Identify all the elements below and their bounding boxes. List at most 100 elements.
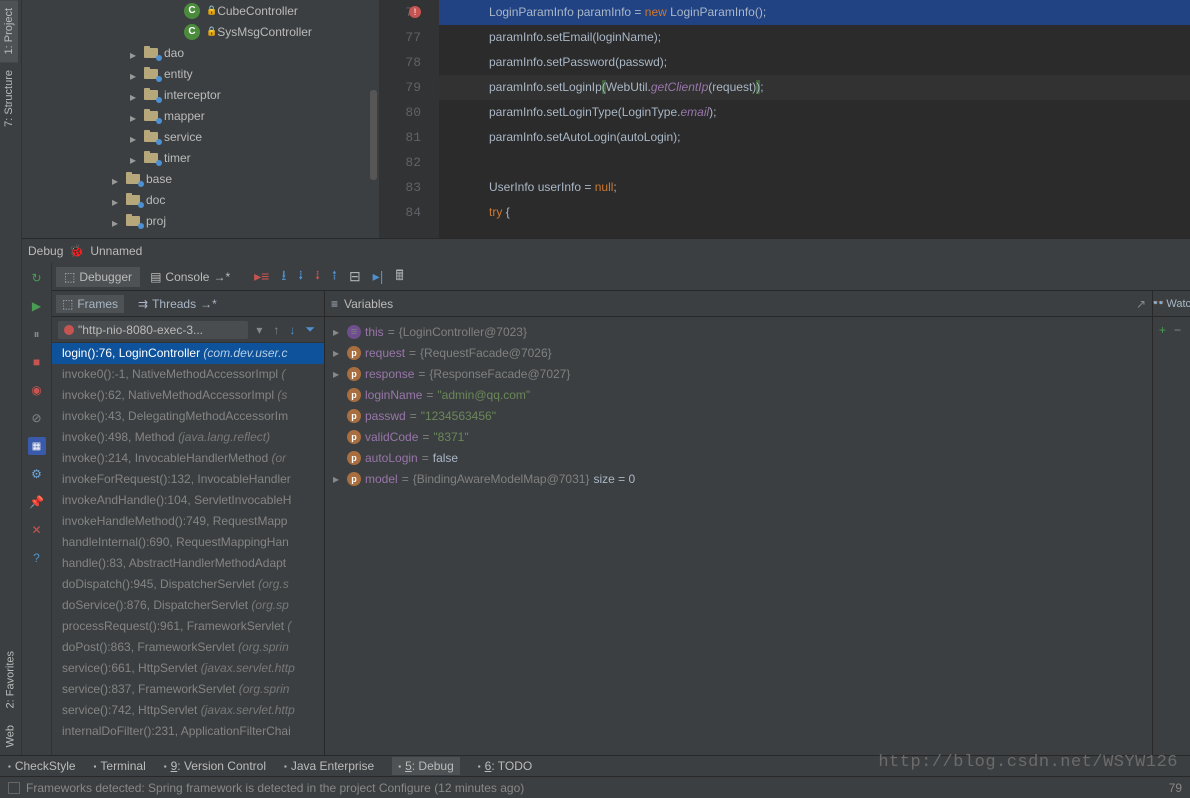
- tree-item[interactable]: base: [22, 168, 379, 189]
- step-into-icon[interactable]: ⭭: [298, 265, 303, 289]
- variable-row[interactable]: ploginName = "admin@qq.com": [325, 384, 1152, 405]
- run-to-cursor-icon[interactable]: ▸|: [373, 268, 384, 285]
- frame-list[interactable]: login():76, LoginController (com.dev.use…: [52, 343, 324, 755]
- error-icon[interactable]: !: [409, 6, 421, 18]
- expand-arrow-icon[interactable]: [112, 216, 122, 226]
- step-out-icon[interactable]: ⭫: [332, 265, 337, 289]
- stack-frame[interactable]: invoke():498, Method (java.lang.reflect): [52, 427, 324, 448]
- tree-item[interactable]: C🔒CubeController: [22, 0, 379, 21]
- variable-row[interactable]: pautoLogin = false: [325, 447, 1152, 468]
- line-number[interactable]: 79: [379, 75, 421, 100]
- line-number[interactable]: 78: [379, 50, 421, 75]
- tree-item[interactable]: timer: [22, 147, 379, 168]
- stack-frame[interactable]: doDispatch():945, DispatcherServlet (org…: [52, 574, 324, 595]
- line-number[interactable]: 82: [379, 150, 421, 175]
- bottom-tool-btn[interactable]: ▪6: TODO: [478, 759, 532, 773]
- stack-frame[interactable]: doService():876, DispatcherServlet (org.…: [52, 595, 324, 616]
- stop-icon[interactable]: ■: [28, 353, 46, 371]
- web-tool-tab[interactable]: Web: [0, 717, 21, 755]
- pause-icon[interactable]: ⏸: [28, 325, 46, 343]
- remove-watch-icon[interactable]: −: [1174, 323, 1181, 337]
- console-tab[interactable]: ▤Console →*: [142, 267, 238, 287]
- pin-icon[interactable]: 📌: [28, 493, 46, 511]
- drop-frame-icon[interactable]: ⊟: [349, 268, 361, 285]
- frames-tab-btn[interactable]: ⬚Frames: [56, 295, 124, 313]
- resume-icon[interactable]: ▶: [28, 297, 46, 315]
- show-exec-point-icon[interactable]: ▸≡: [254, 268, 269, 285]
- stack-frame[interactable]: handleInternal():690, RequestMappingHan: [52, 532, 324, 553]
- expand-icon[interactable]: ▸: [333, 367, 343, 381]
- tree-item[interactable]: entity: [22, 63, 379, 84]
- stack-frame[interactable]: processRequest():961, FrameworkServlet (: [52, 616, 324, 637]
- bottom-tool-btn[interactable]: ▪Terminal: [94, 759, 146, 773]
- code-line[interactable]: LoginParamInfo paramInfo = new LoginPara…: [439, 0, 1190, 25]
- expand-icon[interactable]: ▸: [333, 472, 343, 486]
- stack-frame[interactable]: invoke0():-1, NativeMethodAccessorImpl (: [52, 364, 324, 385]
- code-line[interactable]: [439, 150, 1190, 175]
- bottom-tool-btn[interactable]: ▪CheckStyle: [8, 759, 76, 773]
- stack-frame[interactable]: invokeAndHandle():104, ServletInvocableH: [52, 490, 324, 511]
- editor-code[interactable]: LoginParamInfo paramInfo = new LoginPara…: [439, 0, 1190, 238]
- expand-arrow-icon[interactable]: [130, 48, 140, 58]
- line-number[interactable]: 76!: [379, 0, 421, 25]
- project-tool-tab[interactable]: 1: Project: [0, 0, 18, 62]
- code-line[interactable]: paramInfo.setLoginIp(WebUtil.getClientIp…: [439, 75, 1190, 100]
- expand-arrow-icon[interactable]: [112, 195, 122, 205]
- code-line[interactable]: try {: [439, 200, 1190, 225]
- code-line[interactable]: paramInfo.setAutoLogin(autoLogin);: [439, 125, 1190, 150]
- bottom-tool-btn[interactable]: ▪Java Enterprise: [284, 759, 374, 773]
- stack-frame[interactable]: handle():83, AbstractHandlerMethodAdapt: [52, 553, 324, 574]
- thread-selector[interactable]: "http-nio-8080-exec-3...: [58, 321, 248, 339]
- expand-icon[interactable]: ▸: [333, 346, 343, 360]
- line-number[interactable]: 81: [379, 125, 421, 150]
- variable-row[interactable]: ▸≡this = {LoginController@7023}: [325, 321, 1152, 342]
- status-checkbox[interactable]: [8, 782, 20, 794]
- tree-item[interactable]: mapper: [22, 105, 379, 126]
- code-line[interactable]: UserInfo userInfo = null;: [439, 175, 1190, 200]
- stack-frame[interactable]: doPost():863, FrameworkServlet (org.spri…: [52, 637, 324, 658]
- settings-icon[interactable]: ⚙: [28, 465, 46, 483]
- filter-icon[interactable]: ⏷: [302, 322, 318, 337]
- scrollbar-thumb[interactable]: [370, 90, 377, 180]
- stack-frame[interactable]: service():661, HttpServlet (javax.servle…: [52, 658, 324, 679]
- variables-list[interactable]: ▸≡this = {LoginController@7023}▸prequest…: [325, 317, 1152, 755]
- stack-frame[interactable]: invoke():62, NativeMethodAccessorImpl (s: [52, 385, 324, 406]
- next-frame-icon[interactable]: ↓: [286, 323, 298, 337]
- step-over-icon[interactable]: ⭳: [281, 265, 286, 289]
- force-step-into-icon[interactable]: ⭭: [315, 265, 320, 289]
- line-number[interactable]: 84: [379, 200, 421, 225]
- mute-breakpoints-icon[interactable]: ⊘: [28, 409, 46, 427]
- stack-frame[interactable]: invoke():214, InvocableHandlerMethod (or: [52, 448, 324, 469]
- variable-row[interactable]: ▸presponse = {ResponseFacade@7027}: [325, 363, 1152, 384]
- tree-item[interactable]: doc: [22, 189, 379, 210]
- expand-arrow-icon[interactable]: [130, 111, 140, 121]
- stack-frame[interactable]: invokeHandleMethod():749, RequestMapp: [52, 511, 324, 532]
- project-tree[interactable]: C🔒CubeControllerC🔒SysMsgControllerdaoent…: [22, 0, 379, 238]
- dropdown-icon[interactable]: ▾: [252, 323, 266, 337]
- variable-row[interactable]: pvalidCode = "8371": [325, 426, 1152, 447]
- stack-frame[interactable]: invokeForRequest():132, InvocableHandler: [52, 469, 324, 490]
- line-number[interactable]: 80: [379, 100, 421, 125]
- line-number[interactable]: 77: [379, 25, 421, 50]
- threads-tab-btn[interactable]: ⇉Threads →*: [132, 295, 223, 313]
- stack-frame[interactable]: service():837, FrameworkServlet (org.spr…: [52, 679, 324, 700]
- expand-arrow-icon[interactable]: [130, 132, 140, 142]
- tree-item[interactable]: interceptor: [22, 84, 379, 105]
- close-icon[interactable]: ✕: [28, 521, 46, 539]
- code-editor[interactable]: 76!7778798081828384 LoginParamInfo param…: [379, 0, 1190, 238]
- expand-arrow-icon[interactable]: [130, 153, 140, 163]
- help-icon[interactable]: ?: [28, 549, 46, 567]
- add-watch-icon[interactable]: +: [1159, 323, 1166, 337]
- variable-row[interactable]: ppasswd = "1234563456": [325, 405, 1152, 426]
- restore-layout-icon[interactable]: ↗: [1136, 297, 1146, 311]
- code-line[interactable]: paramInfo.setPassword(passwd);: [439, 50, 1190, 75]
- expand-arrow-icon[interactable]: [130, 90, 140, 100]
- stack-frame[interactable]: internalDoFilter():231, ApplicationFilte…: [52, 721, 324, 742]
- tree-item[interactable]: proj: [22, 210, 379, 231]
- stack-frame[interactable]: service():742, HttpServlet (javax.servle…: [52, 700, 324, 721]
- structure-tool-tab[interactable]: 7: Structure: [0, 62, 18, 135]
- code-line[interactable]: paramInfo.setLoginType(LoginType.email);: [439, 100, 1190, 125]
- variable-row[interactable]: ▸pmodel = {BindingAwareModelMap@7031} si…: [325, 468, 1152, 489]
- expand-arrow-icon[interactable]: [130, 69, 140, 79]
- tree-item[interactable]: service: [22, 126, 379, 147]
